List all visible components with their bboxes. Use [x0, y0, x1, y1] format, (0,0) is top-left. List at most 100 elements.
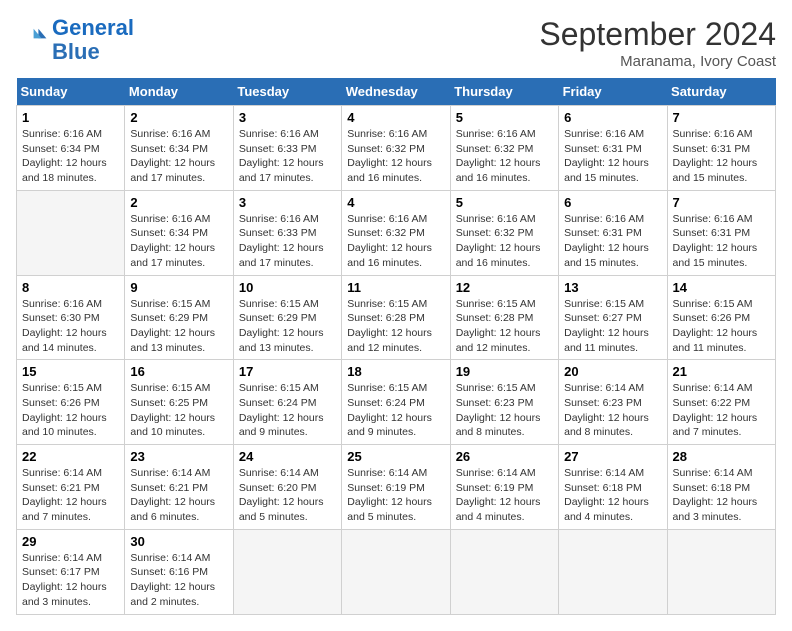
day-info: Sunrise: 6:16 AM Sunset: 6:34 PM Dayligh…: [130, 212, 227, 271]
logo-text: General Blue: [52, 16, 134, 64]
calendar-cell: 7Sunrise: 6:16 AM Sunset: 6:31 PM Daylig…: [667, 106, 775, 191]
day-number: 8: [22, 280, 119, 295]
day-info: Sunrise: 6:14 AM Sunset: 6:17 PM Dayligh…: [22, 551, 119, 610]
day-number: 13: [564, 280, 661, 295]
calendar-row: 15Sunrise: 6:15 AM Sunset: 6:26 PM Dayli…: [17, 360, 776, 445]
day-number: 22: [22, 449, 119, 464]
page-header: General Blue September 2024 Maranama, Iv…: [16, 16, 776, 70]
day-number: 2: [130, 110, 227, 125]
day-number: 18: [347, 364, 444, 379]
day-number: 21: [673, 364, 770, 379]
calendar-cell: 4Sunrise: 6:16 AM Sunset: 6:32 PM Daylig…: [342, 106, 450, 191]
calendar-cell: 18Sunrise: 6:15 AM Sunset: 6:24 PM Dayli…: [342, 360, 450, 445]
calendar-cell: 22 Sunrise: 6:14 AM Sunset: 6:21 PM Dayli…: [17, 445, 125, 530]
day-info: Sunrise: 6:15 AM Sunset: 6:28 PM Dayligh…: [456, 297, 553, 356]
day-info: Sunrise: 6:14 AM Sunset: 6:21 PM Dayligh…: [130, 466, 227, 525]
calendar-table: Sunday Monday Tuesday Wednesday Thursday…: [16, 78, 776, 615]
header-row: Sunday Monday Tuesday Wednesday Thursday…: [17, 78, 776, 106]
day-info: Sunrise: 6:15 AM Sunset: 6:28 PM Dayligh…: [347, 297, 444, 356]
calendar-cell: 26 Sunrise: 6:14 AM Sunset: 6:19 PM Dayli…: [450, 445, 558, 530]
calendar-cell: 2Sunrise: 6:16 AM Sunset: 6:34 PM Daylig…: [125, 106, 233, 191]
calendar-cell: 14 Sunrise: 6:15 AM Sunset: 6:26 PM Dayli…: [667, 275, 775, 360]
calendar-cell: 15Sunrise: 6:15 AM Sunset: 6:26 PM Dayli…: [17, 360, 125, 445]
day-info: Sunrise: 6:14 AM Sunset: 6:21 PM Dayligh…: [22, 466, 119, 525]
calendar-cell: 11 Sunrise: 6:15 AM Sunset: 6:28 PM Dayli…: [342, 275, 450, 360]
day-number: 14: [673, 280, 770, 295]
calendar-row: 2 Sunrise: 6:16 AM Sunset: 6:34 PM Daylig…: [17, 190, 776, 275]
calendar-cell: 24 Sunrise: 6:14 AM Sunset: 6:20 PM Dayli…: [233, 445, 341, 530]
day-number: 7: [673, 110, 770, 125]
calendar-row: 22 Sunrise: 6:14 AM Sunset: 6:21 PM Dayli…: [17, 445, 776, 530]
calendar-cell: 3Sunrise: 6:16 AM Sunset: 6:33 PM Daylig…: [233, 106, 341, 191]
day-number: 20: [564, 364, 661, 379]
day-number: 9: [130, 280, 227, 295]
col-sunday: Sunday: [17, 78, 125, 106]
day-number: 5: [456, 110, 553, 125]
calendar-cell: 23Sunrise: 6:14 AM Sunset: 6:21 PM Dayli…: [125, 445, 233, 530]
col-tuesday: Tuesday: [233, 78, 341, 106]
day-info: Sunrise: 6:14 AM Sunset: 6:19 PM Dayligh…: [456, 466, 553, 525]
calendar-cell: [17, 190, 125, 275]
calendar-row: 8 Sunrise: 6:16 AM Sunset: 6:30 PM Daylig…: [17, 275, 776, 360]
calendar-cell: 16Sunrise: 6:15 AM Sunset: 6:25 PM Dayli…: [125, 360, 233, 445]
day-info: Sunrise: 6:16 AM Sunset: 6:32 PM Dayligh…: [347, 212, 444, 271]
calendar-cell: [342, 529, 450, 614]
day-info: Sunrise: 6:16 AM Sunset: 6:32 PM Dayligh…: [347, 127, 444, 186]
calendar-cell: 6Sunrise: 6:16 AM Sunset: 6:31 PM Daylig…: [559, 190, 667, 275]
calendar-cell: 3 Sunrise: 6:16 AM Sunset: 6:33 PM Daylig…: [233, 190, 341, 275]
calendar-cell: 5Sunrise: 6:16 AM Sunset: 6:32 PM Daylig…: [450, 190, 558, 275]
calendar-cell: 5Sunrise: 6:16 AM Sunset: 6:32 PM Daylig…: [450, 106, 558, 191]
day-number: 24: [239, 449, 336, 464]
calendar-row: 29 Sunrise: 6:14 AM Sunset: 6:17 PM Dayli…: [17, 529, 776, 614]
day-info: Sunrise: 6:16 AM Sunset: 6:31 PM Dayligh…: [673, 212, 770, 271]
col-saturday: Saturday: [667, 78, 775, 106]
day-number: 26: [456, 449, 553, 464]
day-info: Sunrise: 6:16 AM Sunset: 6:32 PM Dayligh…: [456, 212, 553, 271]
calendar-cell: [233, 529, 341, 614]
day-info: Sunrise: 6:16 AM Sunset: 6:31 PM Dayligh…: [564, 127, 661, 186]
day-info: Sunrise: 6:16 AM Sunset: 6:31 PM Dayligh…: [564, 212, 661, 271]
day-info: Sunrise: 6:15 AM Sunset: 6:23 PM Dayligh…: [456, 381, 553, 440]
calendar-cell: [559, 529, 667, 614]
day-info: Sunrise: 6:14 AM Sunset: 6:19 PM Dayligh…: [347, 466, 444, 525]
col-friday: Friday: [559, 78, 667, 106]
month-title: September 2024: [539, 16, 776, 53]
col-wednesday: Wednesday: [342, 78, 450, 106]
title-block: September 2024 Maranama, Ivory Coast: [539, 16, 776, 70]
calendar-cell: [667, 529, 775, 614]
calendar-cell: 28Sunrise: 6:14 AM Sunset: 6:18 PM Dayli…: [667, 445, 775, 530]
logo: General Blue: [16, 16, 134, 64]
day-info: Sunrise: 6:15 AM Sunset: 6:29 PM Dayligh…: [130, 297, 227, 356]
calendar-cell: 13 Sunrise: 6:15 AM Sunset: 6:27 PM Dayli…: [559, 275, 667, 360]
day-info: Sunrise: 6:15 AM Sunset: 6:27 PM Dayligh…: [564, 297, 661, 356]
calendar-cell: 2 Sunrise: 6:16 AM Sunset: 6:34 PM Daylig…: [125, 190, 233, 275]
day-number: 2: [130, 195, 227, 210]
calendar-cell: 12Sunrise: 6:15 AM Sunset: 6:28 PM Dayli…: [450, 275, 558, 360]
day-info: Sunrise: 6:14 AM Sunset: 6:23 PM Dayligh…: [564, 381, 661, 440]
day-number: 28: [673, 449, 770, 464]
day-number: 30: [130, 534, 227, 549]
day-info: Sunrise: 6:14 AM Sunset: 6:20 PM Dayligh…: [239, 466, 336, 525]
calendar-cell: [450, 529, 558, 614]
day-number: 3: [239, 195, 336, 210]
calendar-cell: 17Sunrise: 6:15 AM Sunset: 6:24 PM Dayli…: [233, 360, 341, 445]
day-info: Sunrise: 6:15 AM Sunset: 6:25 PM Dayligh…: [130, 381, 227, 440]
day-number: 3: [239, 110, 336, 125]
day-number: 6: [564, 110, 661, 125]
col-thursday: Thursday: [450, 78, 558, 106]
day-info: Sunrise: 6:14 AM Sunset: 6:18 PM Dayligh…: [564, 466, 661, 525]
calendar-cell: 8 Sunrise: 6:16 AM Sunset: 6:30 PM Daylig…: [17, 275, 125, 360]
day-number: 27: [564, 449, 661, 464]
calendar-cell: 30 Sunrise: 6:14 AM Sunset: 6:16 PM Dayli…: [125, 529, 233, 614]
day-number: 4: [347, 195, 444, 210]
calendar-cell: 19Sunrise: 6:15 AM Sunset: 6:23 PM Dayli…: [450, 360, 558, 445]
calendar-cell: 4 Sunrise: 6:16 AM Sunset: 6:32 PM Daylig…: [342, 190, 450, 275]
day-number: 11: [347, 280, 444, 295]
day-info: Sunrise: 6:15 AM Sunset: 6:26 PM Dayligh…: [673, 297, 770, 356]
day-info: Sunrise: 6:16 AM Sunset: 6:30 PM Dayligh…: [22, 297, 119, 356]
day-number: 29: [22, 534, 119, 549]
day-info: Sunrise: 6:16 AM Sunset: 6:34 PM Dayligh…: [22, 127, 119, 186]
day-info: Sunrise: 6:14 AM Sunset: 6:16 PM Dayligh…: [130, 551, 227, 610]
col-monday: Monday: [125, 78, 233, 106]
day-info: Sunrise: 6:16 AM Sunset: 6:33 PM Dayligh…: [239, 212, 336, 271]
